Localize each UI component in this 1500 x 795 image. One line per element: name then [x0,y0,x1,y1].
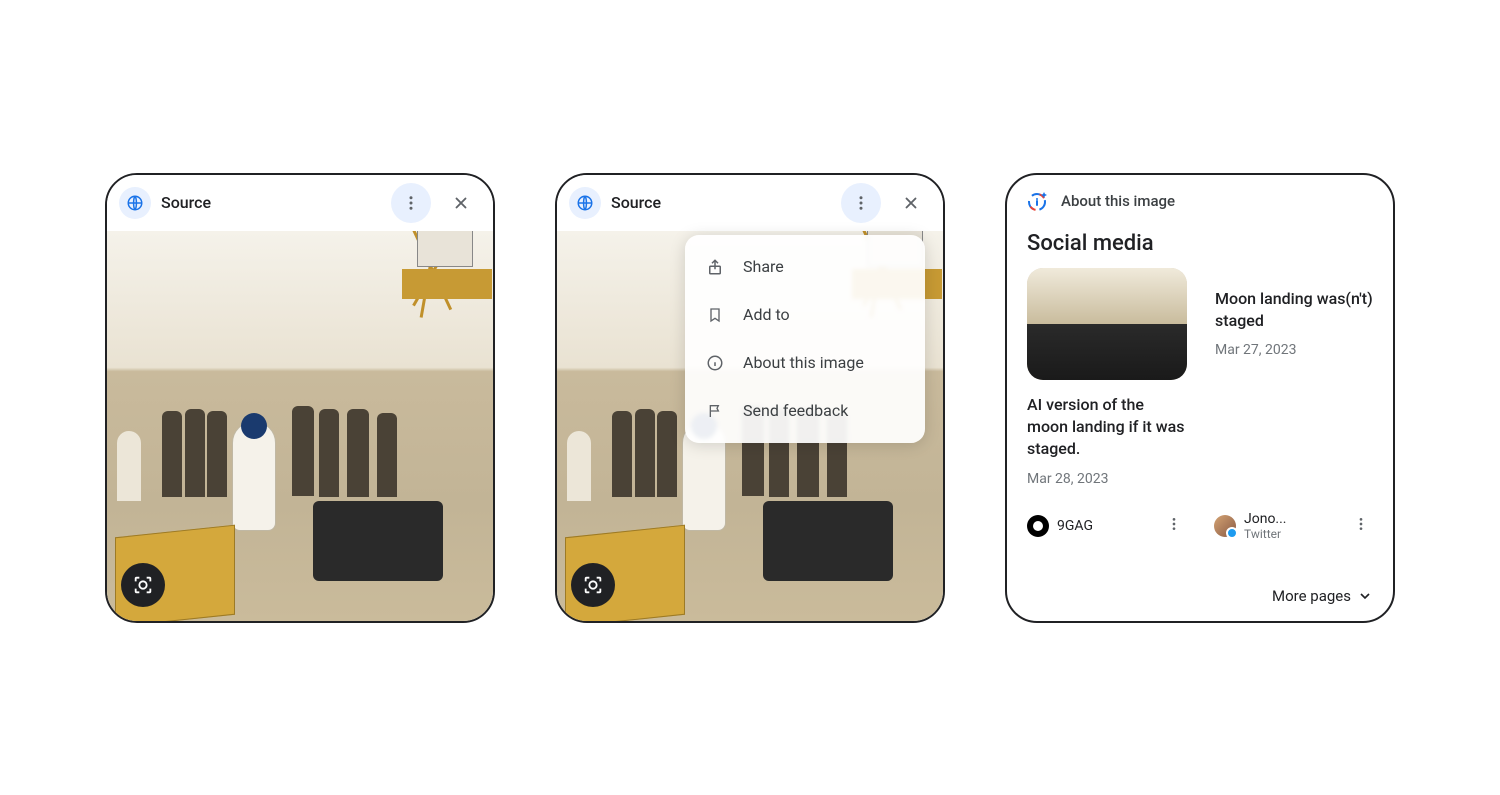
result-more-icon[interactable] [1162,512,1186,540]
menu-item-label: Add to [743,305,790,324]
overflow-menu: Share Add to About this image Send feedb… [685,235,925,443]
source-platform: Twitter [1244,527,1287,541]
result-source[interactable]: Jono... Twitter [1214,511,1373,542]
result-title: AI version of the moon landing if it was… [1027,394,1187,461]
menu-item-about-image[interactable]: About this image [685,339,925,387]
panel-header: About this image [1007,175,1393,227]
menu-item-label: Send feedback [743,401,848,420]
source-label: Source [611,193,831,212]
result-card[interactable]: AI version of the moon landing if it was… [1027,268,1187,505]
info-sparkle-icon [1025,189,1049,213]
menu-item-label: Share [743,257,784,276]
result-more-icon[interactable] [1349,512,1373,540]
more-pages-button[interactable]: More pages [1272,587,1373,605]
result-source[interactable]: 9GAG [1027,511,1186,542]
source-logo-icon [1027,515,1049,537]
result-sources-row: 9GAG Jono... Twitter [1007,511,1393,542]
source-label: Source [161,193,381,212]
image-viewer-panel-menu-open: Source [555,173,945,623]
result-card[interactable]: Moon landing was(n't) staged Mar 27, 202… [1215,268,1373,505]
source-name: Jono... [1244,511,1287,528]
info-icon [705,353,725,373]
about-image-panel: About this image Social media AI version… [1005,173,1395,623]
result-thumbnail [1027,268,1187,380]
close-button[interactable] [891,183,931,223]
share-icon [705,257,725,277]
verified-badge-icon [1226,527,1238,539]
more-options-button[interactable] [391,183,431,223]
result-date: Mar 27, 2023 [1215,342,1373,358]
more-options-button[interactable] [841,183,881,223]
globe-icon [569,187,601,219]
menu-item-share[interactable]: Share [685,243,925,291]
globe-icon [119,187,151,219]
avatar-icon [1214,515,1236,537]
menu-item-add-to[interactable]: Add to [685,291,925,339]
menu-item-label: About this image [743,353,864,372]
lens-button[interactable] [121,563,165,607]
bookmark-icon [705,305,725,325]
image-viewer-panel: Source [105,173,495,623]
result-date: Mar 28, 2023 [1027,471,1187,487]
panel-header: Source [107,175,493,231]
more-pages-label: More pages [1272,587,1351,605]
panel-header: Source [557,175,943,231]
lens-button[interactable] [571,563,615,607]
source-name: 9GAG [1057,518,1093,535]
about-image-title: About this image [1061,192,1175,210]
menu-item-send-feedback[interactable]: Send feedback [685,387,925,435]
image-content [107,231,493,621]
results-row: AI version of the moon landing if it was… [1007,268,1393,505]
flag-icon [705,401,725,421]
close-button[interactable] [441,183,481,223]
chevron-down-icon [1357,588,1373,604]
section-title: Social media [1007,227,1393,268]
result-title: Moon landing was(n't) staged [1215,288,1373,333]
